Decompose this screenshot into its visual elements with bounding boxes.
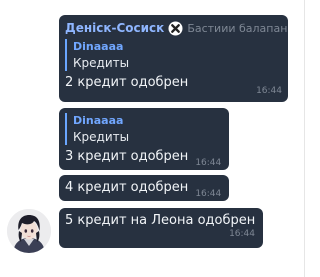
message-bubble[interactable]: 4 кредит одобрен 16:44 <box>59 175 229 201</box>
reply-author: Dinaaaa <box>73 114 124 127</box>
message-text: 3 кредит одобрен <box>65 149 189 164</box>
reply-author: Dinaaaa <box>73 40 124 53</box>
reply-text: Кредиты <box>73 130 130 144</box>
message-body: 4 кредит одобрен 16:44 <box>65 179 223 199</box>
message-text: 4 кредит одобрен <box>65 180 189 195</box>
user-avatar[interactable] <box>7 209 51 253</box>
message-bubble[interactable]: Деніск-Сосиск Бастиии балапан Dinaaaa Кр… <box>59 15 288 102</box>
message-text: 2 кредит одобрен <box>65 75 189 90</box>
message-bubble[interactable]: Dinaaaa Кредиты 3 кредит одобрен 16:44 <box>59 108 229 170</box>
divider <box>304 0 305 277</box>
x-badge-icon <box>168 21 183 36</box>
message-time: 16:44 <box>195 158 222 168</box>
message-sender-row: Деніск-Сосиск Бастиии балапан <box>65 17 287 39</box>
message-time: 16:44 <box>256 86 282 96</box>
message-bubble[interactable]: 5 кредит на Леона одобрен 16:44 <box>59 208 263 248</box>
sender-tag: Бастиии балапан <box>187 21 288 35</box>
message-time: 16:44 <box>229 229 255 239</box>
reply-text: Кредиты <box>73 56 130 70</box>
message-text: 5 кредит на Леона одобрен <box>65 213 256 228</box>
sender-name[interactable]: Деніск-Сосиск <box>65 21 164 35</box>
message-body: 2 кредит одобрен 16:44 <box>65 74 282 96</box>
message-meta: 16:44 <box>65 229 257 239</box>
chat-area: Деніск-Сосиск Бастиии балапан Dinaaaa Кр… <box>0 0 320 277</box>
reply-quote[interactable]: Dinaaaa Кредиты <box>65 39 282 71</box>
reply-quote[interactable]: Dinaaaa Кредиты <box>65 113 223 145</box>
message-time: 16:44 <box>195 189 222 199</box>
message-body: 3 кредит одобрен 16:44 <box>65 148 223 168</box>
